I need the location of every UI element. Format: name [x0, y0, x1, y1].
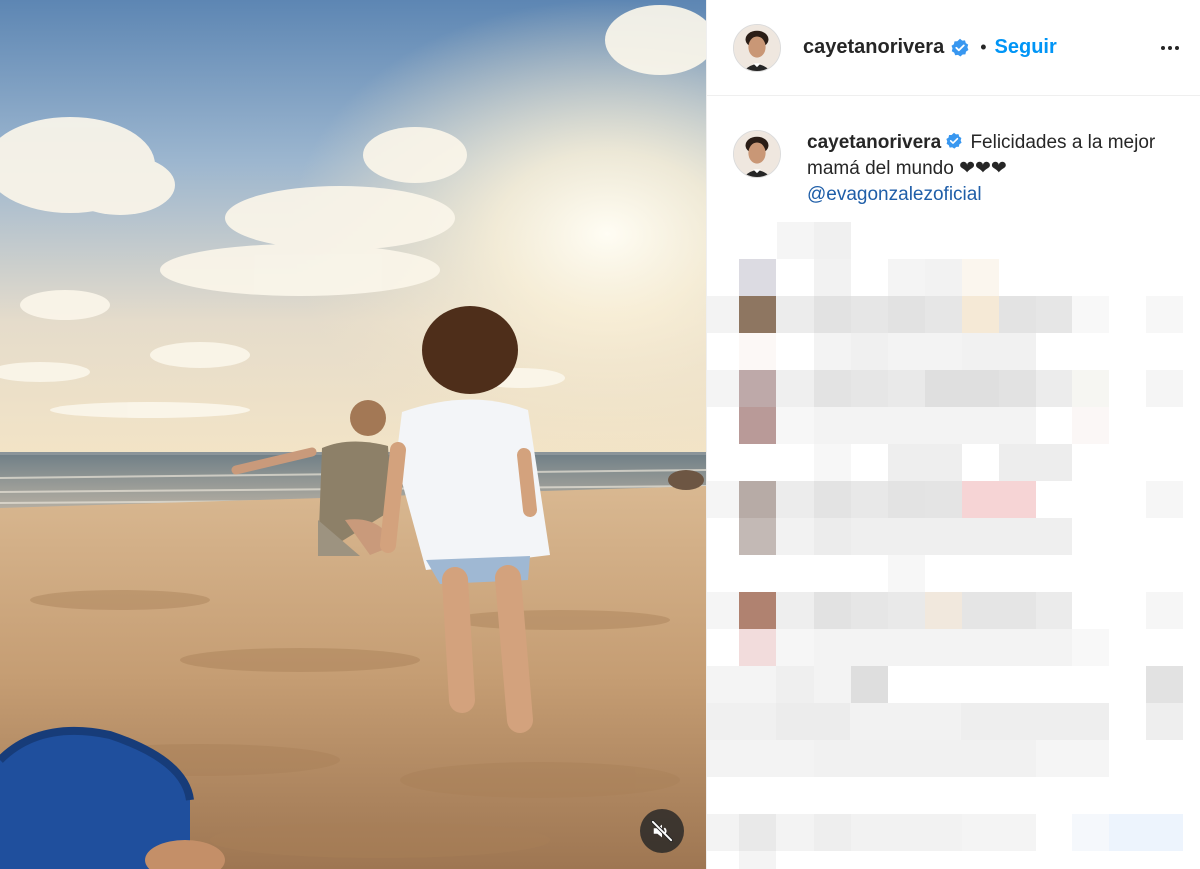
author-username-link[interactable]: cayetanorivera	[803, 36, 944, 59]
author-avatar[interactable]	[733, 23, 781, 72]
pixelated-comments	[707, 222, 1183, 869]
caption-mention-link[interactable]: @evagonzalezoficial	[807, 184, 982, 205]
comments-blurred	[707, 222, 1200, 869]
beach-scene	[0, 0, 706, 869]
post-video[interactable]	[0, 0, 706, 869]
follow-button[interactable]: Seguir	[995, 36, 1057, 59]
post-sidebar: cayetanorivera • Seguir cayetanorivera F…	[706, 0, 1200, 869]
verified-badge-icon	[945, 132, 963, 150]
post-header: cayetanorivera • Seguir	[707, 0, 1200, 96]
more-options-button[interactable]	[1156, 34, 1184, 62]
avatar-icon	[734, 131, 780, 177]
more-options-icon	[1161, 45, 1179, 50]
avatar-icon	[734, 24, 780, 71]
muted-speaker-icon	[651, 820, 673, 842]
mute-toggle-button[interactable]	[640, 809, 684, 853]
instagram-post: cayetanorivera • Seguir cayetanorivera F…	[0, 0, 1200, 869]
caption-text: cayetanorivera Felicidades a la mejor ma…	[807, 130, 1167, 208]
caption: cayetanorivera Felicidades a la mejor ma…	[707, 96, 1200, 208]
caption-username-link[interactable]: cayetanorivera	[807, 132, 941, 153]
header-separator: •	[980, 37, 987, 57]
verified-badge-icon	[950, 38, 970, 58]
caption-avatar[interactable]	[733, 130, 781, 178]
